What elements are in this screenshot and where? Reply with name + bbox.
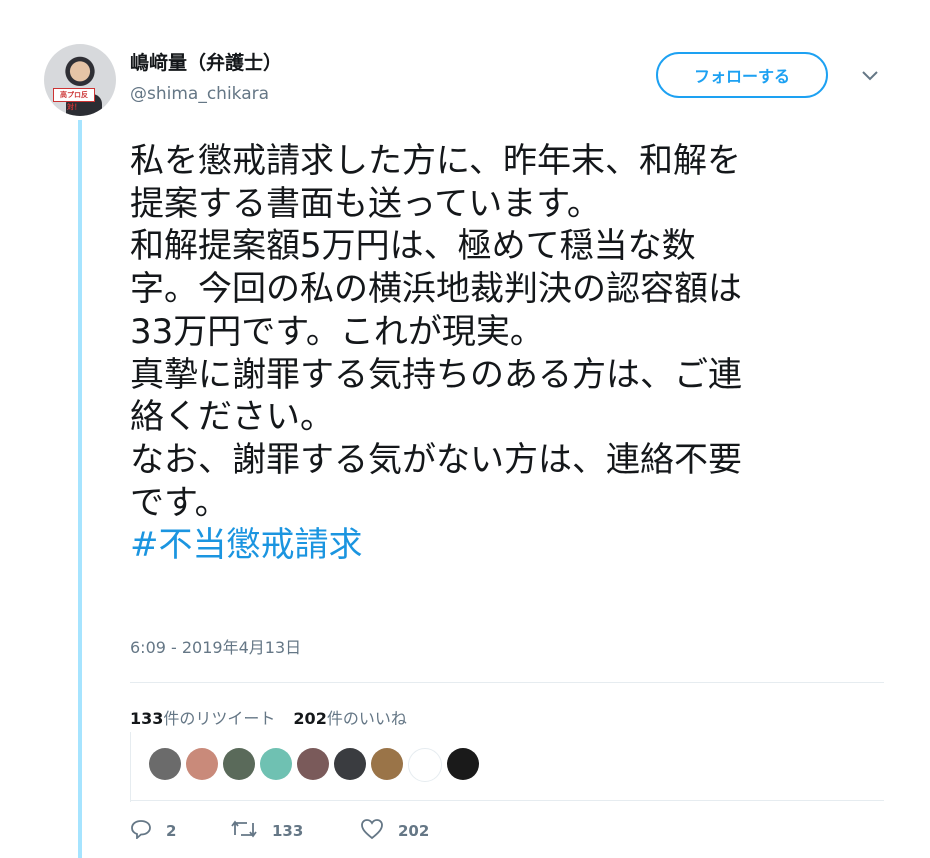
reply-count: 2: [166, 822, 177, 840]
liker-avatar[interactable]: [447, 748, 479, 780]
heart-icon: [360, 818, 384, 844]
author-handle[interactable]: @shima_chikara: [130, 84, 269, 104]
liker-avatar[interactable]: [260, 748, 292, 780]
liker-avatar[interactable]: [371, 748, 403, 780]
tweet-text-line: 私を懲戒請求した方に、昨年末、和解を: [130, 141, 741, 181]
chevron-down-icon[interactable]: [858, 66, 882, 86]
retweet-icon: [230, 819, 258, 843]
liker-avatar[interactable]: [149, 748, 181, 780]
tweet-actions: 2 133 202: [130, 818, 429, 844]
retweet-button[interactable]: 133: [230, 819, 360, 843]
liker-avatars: [130, 732, 885, 802]
tweet-text-line: 絡ください。: [130, 397, 334, 438]
liker-avatar[interactable]: [408, 748, 442, 782]
liker-avatar[interactable]: [223, 748, 255, 780]
tweet-text-line: です。: [130, 482, 229, 523]
likes-label: 件のいいね: [326, 709, 407, 728]
engagement-stats: 133件のリツイート 202件のいいね: [130, 705, 407, 729]
avatar-sign: 高プロ反対！: [53, 88, 95, 111]
retweets-stat[interactable]: 133件のリツイート: [130, 705, 275, 729]
likes-count: 202: [293, 709, 327, 728]
retweets-label: 件のリツイート: [163, 709, 276, 728]
like-count: 202: [398, 822, 430, 840]
liker-avatar[interactable]: [334, 748, 366, 780]
likes-stat[interactable]: 202件のいいね: [293, 705, 406, 729]
tweet-text-line: 33万円です。これが現実。: [130, 311, 544, 352]
divider: [130, 682, 884, 683]
tweet-timestamp[interactable]: 6:09 - 2019年4月13日: [130, 634, 301, 658]
liker-avatar[interactable]: [297, 748, 329, 780]
tweet-text-line: 字。今回の私の横浜地裁判決の認容額は: [130, 269, 742, 310]
thread-line: [78, 120, 82, 858]
hashtag-link[interactable]: #不当懲戒請求: [130, 524, 880, 567]
author-avatar[interactable]: 高プロ反対！: [44, 44, 116, 116]
author-name[interactable]: 嶋﨑量（弁護士）: [130, 48, 282, 75]
retweets-count: 133: [130, 709, 164, 728]
tweet-text-line: 和解提案額5万円は、極めて穏当な数: [130, 226, 696, 267]
reply-icon: [130, 819, 152, 843]
liker-avatar[interactable]: [186, 748, 218, 780]
tweet-text-line: 提案する書面も送っています。: [130, 183, 601, 224]
retweet-count: 133: [272, 822, 304, 840]
tweet-text-line: 真摯に謝罪する気持ちのある方は、ご連: [130, 354, 742, 395]
reply-button[interactable]: 2: [130, 819, 230, 843]
like-button[interactable]: 202: [360, 818, 429, 844]
tweet-text: 私を懲戒請求した方に、昨年末、和解を 提案する書面も送っています。 和解提案額5…: [130, 140, 880, 567]
tweet-text-line: なお、謝罪する気がない方は、連絡不要: [130, 439, 742, 480]
divider: [130, 800, 884, 801]
follow-button[interactable]: フォローする: [656, 52, 828, 98]
